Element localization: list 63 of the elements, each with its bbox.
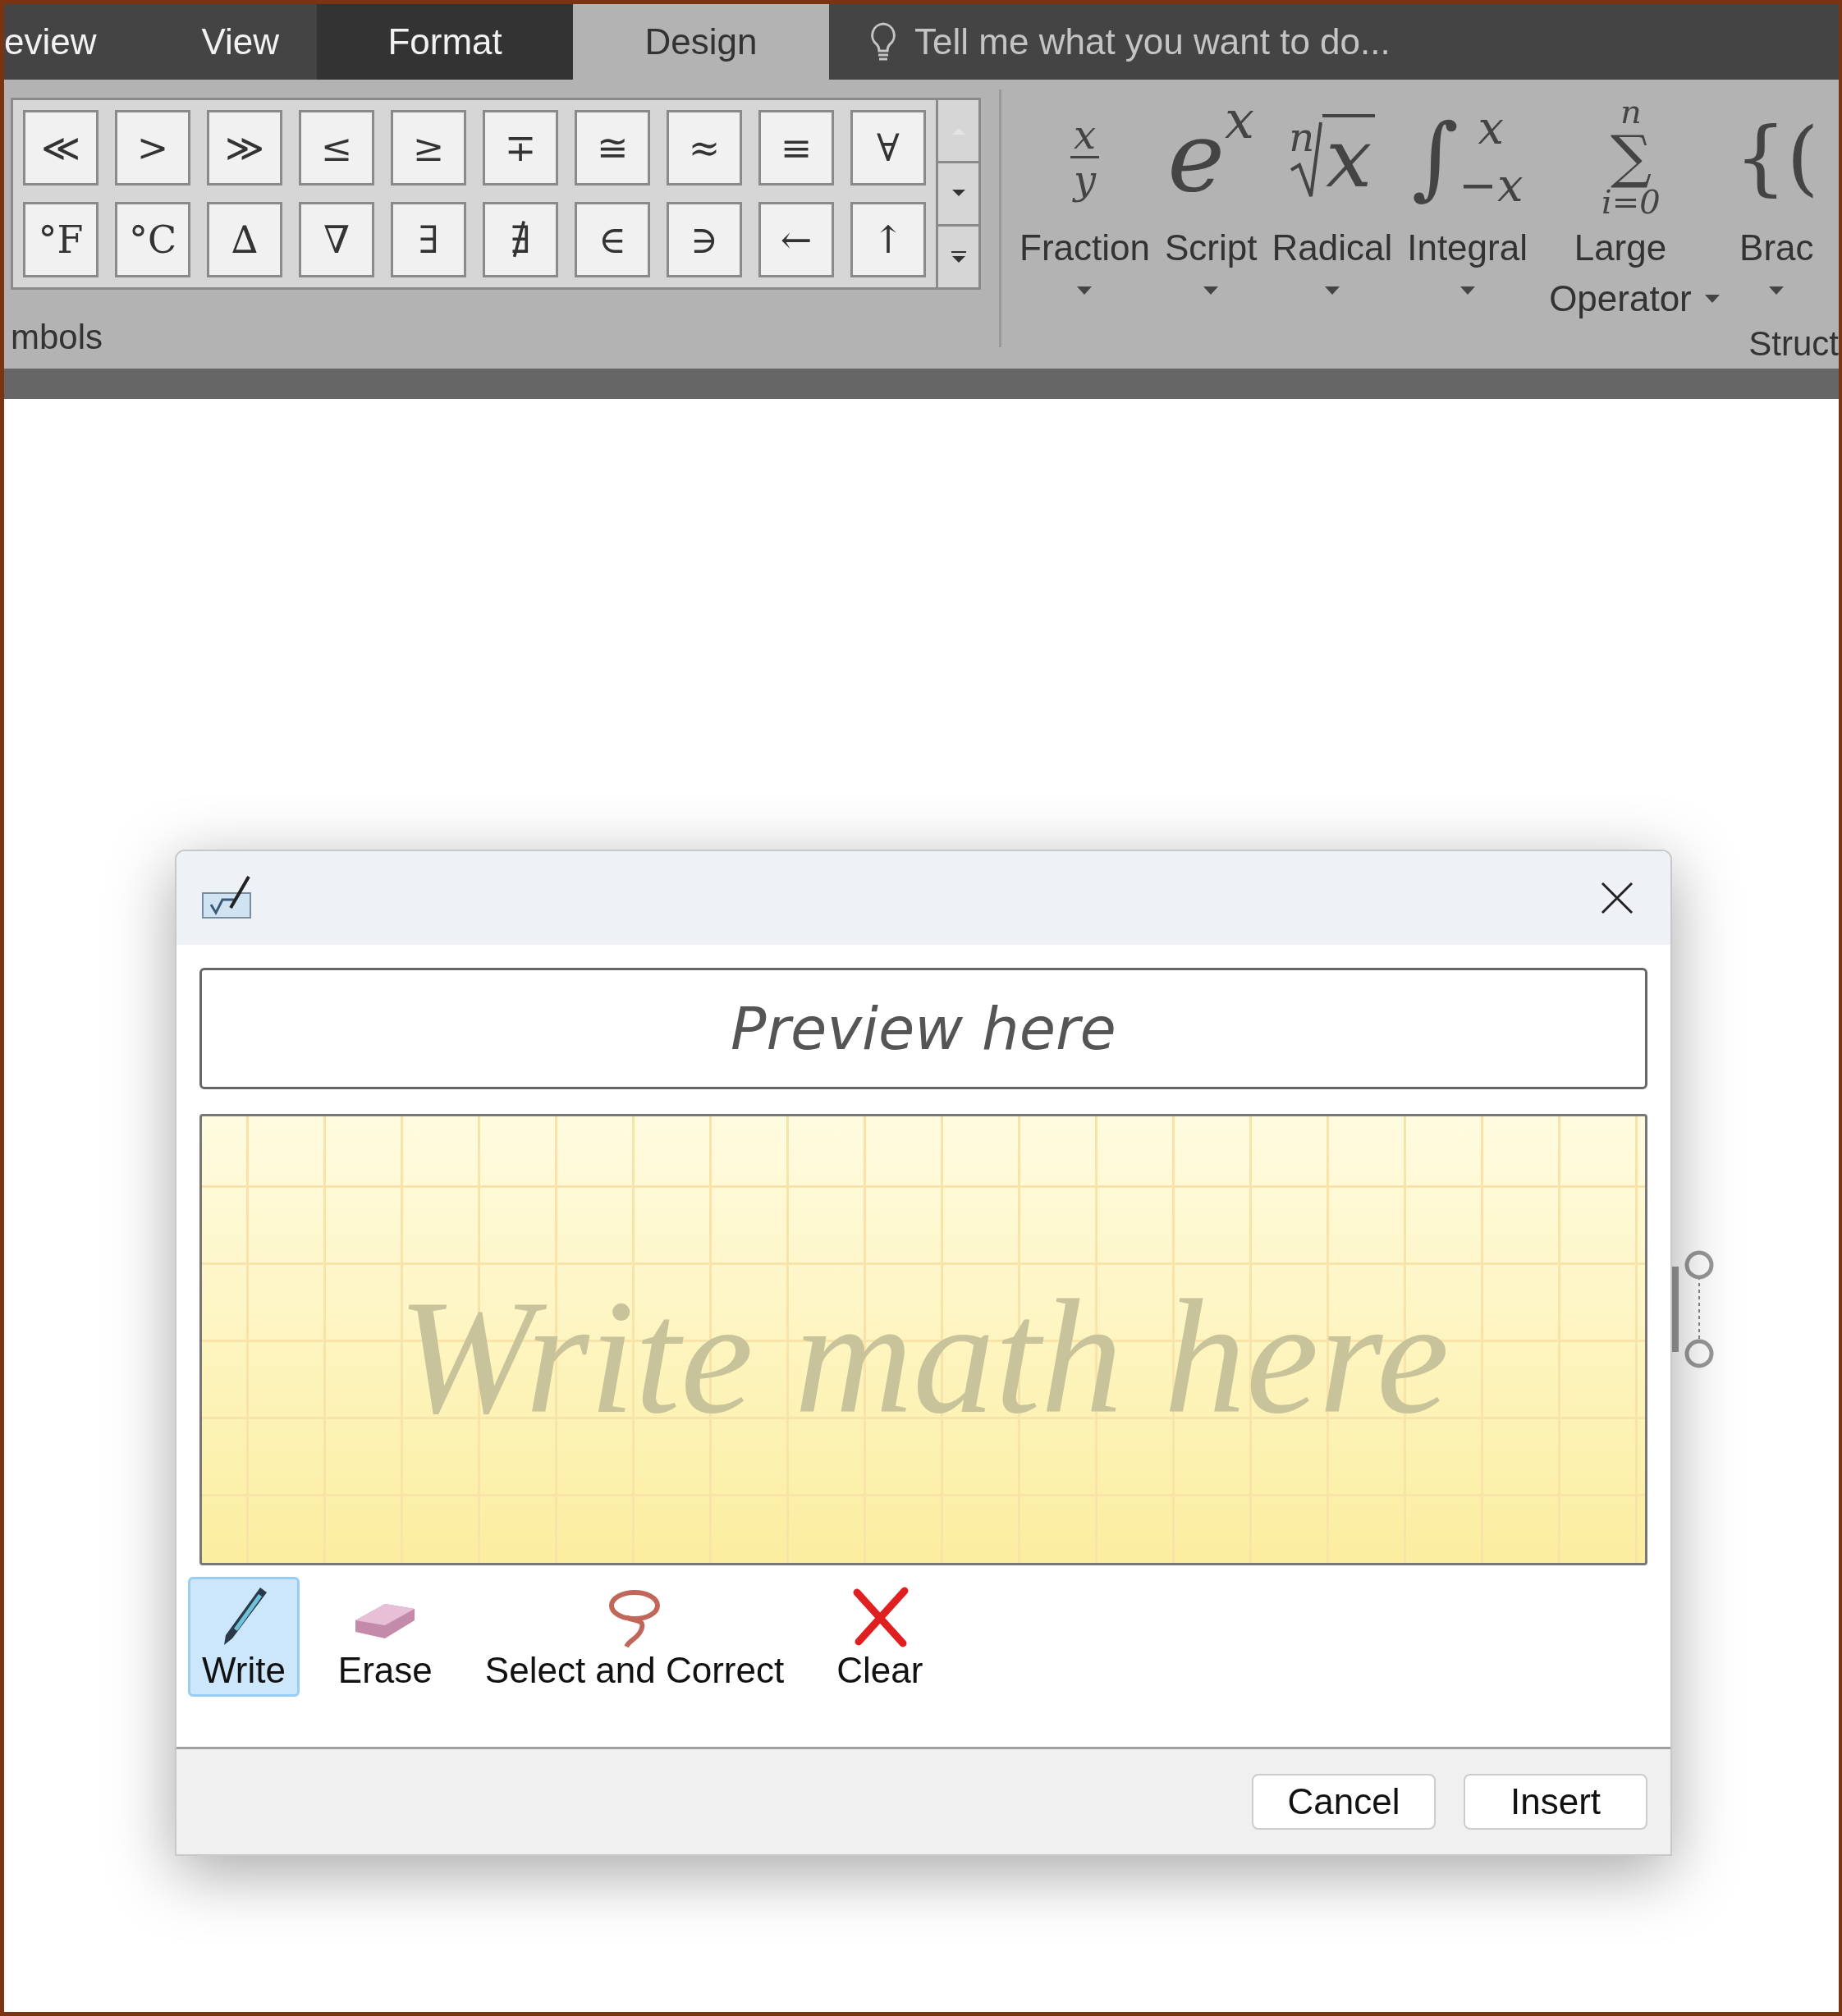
upper-limit: n: [1620, 95, 1642, 128]
dropdown-caret-icon: [1704, 295, 1720, 303]
symbol-button[interactable]: ∈: [575, 202, 650, 277]
more-arrow-icon: [951, 250, 966, 264]
symbol-button[interactable]: ≫: [207, 110, 282, 186]
integral-sign: ∫: [1411, 104, 1459, 209]
symbol-button[interactable]: ←: [758, 202, 834, 277]
symbol-button[interactable]: ↑: [850, 202, 926, 277]
symbol-button[interactable]: >: [115, 110, 190, 186]
preview-field: Preview here: [199, 968, 1647, 1089]
symbol-button[interactable]: °C: [115, 202, 190, 277]
close-icon: [1601, 882, 1634, 914]
dialog-button[interactable]: Insert: [1464, 1774, 1647, 1830]
dropdown-caret-icon: [1324, 286, 1340, 295]
dropdown-caret-icon: [1077, 286, 1093, 295]
tool-button[interactable]: Clear: [822, 1577, 937, 1697]
structure-button[interactable]: x y Fraction: [1016, 91, 1153, 324]
radical-sign-icon: [1290, 121, 1323, 199]
symbol-button[interactable]: ∀: [850, 110, 926, 186]
symbol-button[interactable]: ∆: [207, 202, 282, 277]
radical-index: n: [1289, 114, 1315, 160]
group-label: mbols: [11, 318, 104, 358]
symbol-button[interactable]: ∃: [391, 202, 466, 277]
lower-limit: −x: [1458, 161, 1524, 210]
group-label: Struct: [1748, 324, 1839, 364]
bracket-sign: {(: [1734, 108, 1819, 205]
radicand: x: [1322, 114, 1376, 199]
structure-label: Radical: [1272, 227, 1393, 269]
gallery-more-button[interactable]: [938, 227, 978, 287]
upper-limit: x: [1477, 103, 1505, 153]
symbol-button[interactable]: ≡: [758, 110, 834, 186]
symbol-button[interactable]: ≅: [575, 110, 650, 186]
structure-label: Integral: [1407, 227, 1528, 269]
numerator: x: [1070, 112, 1099, 158]
symbol-button[interactable]: ≪: [23, 110, 99, 186]
denominator: y: [1073, 158, 1097, 201]
symbol-button[interactable]: ∄: [483, 202, 558, 277]
superscript: x: [1225, 91, 1255, 149]
structure-button[interactable]: {( Brac: [1730, 91, 1822, 324]
tool-button[interactable]: Write: [188, 1577, 300, 1697]
dropdown-caret-icon: [1769, 286, 1785, 295]
symbol-button[interactable]: ≈: [667, 110, 742, 186]
down-arrow-icon: [951, 190, 965, 198]
math-input-icon: [201, 875, 254, 921]
symbol-button[interactable]: ≥: [391, 110, 466, 186]
symbol-button[interactable]: ∇: [299, 202, 374, 277]
dropdown-caret-icon: [1459, 286, 1475, 295]
dropdown-caret-icon: [1203, 286, 1219, 295]
structure-label: Large Operator: [1548, 227, 1693, 320]
symbol-button[interactable]: ≤: [299, 110, 374, 186]
symbol-button[interactable]: ∓: [483, 110, 558, 186]
tell-me-search-field[interactable]: Tell me what you want to do...: [914, 21, 1391, 62]
dialog-button[interactable]: Cancel: [1252, 1774, 1436, 1830]
ribbon-tab[interactable]: Design: [573, 4, 830, 80]
script-base: e: [1167, 108, 1226, 206]
tool-button[interactable]: Select and Correct: [470, 1577, 799, 1697]
structure-label: Script: [1164, 227, 1258, 269]
structure-label: Fraction: [1020, 227, 1150, 269]
structure-label: Brac: [1739, 227, 1814, 269]
symbol-button[interactable]: °F: [23, 202, 99, 277]
ribbon-tab[interactable]: Format: [317, 4, 574, 80]
symbol-button[interactable]: ∋: [667, 202, 742, 277]
tool-button[interactable]: Erase: [323, 1577, 447, 1697]
